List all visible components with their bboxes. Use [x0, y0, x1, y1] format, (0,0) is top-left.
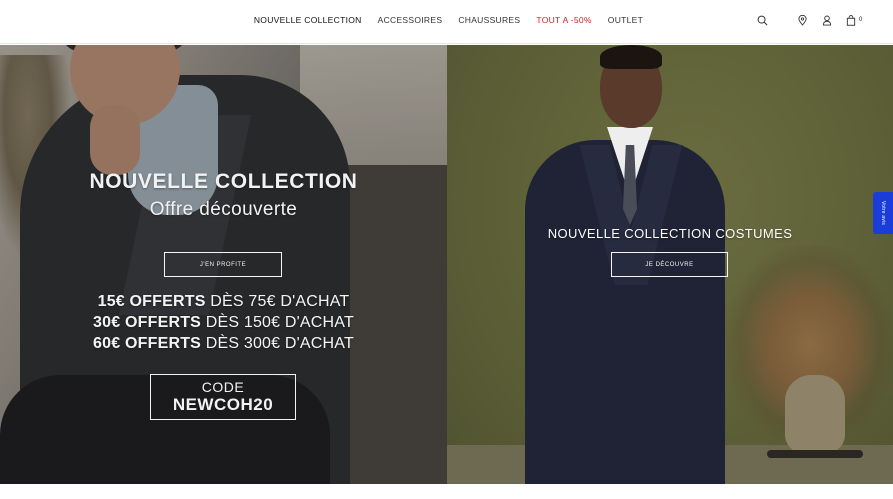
promo-banner-left[interactable]: NOUVELLE COLLECTION Offre découverte J'E… — [0, 45, 447, 484]
stool-shape — [767, 450, 863, 458]
header-tools: 0 — [0, 12, 893, 28]
offer-line-2: 30€ OFFERTS DÈS 150€ D'ACHAT — [0, 312, 447, 333]
hero-section: NOUVELLE COLLECTION Offre découverte J'E… — [0, 45, 893, 484]
feedback-tab[interactable]: Votre avis — [873, 192, 893, 234]
offer-line-1: 15€ OFFERTS DÈS 75€ D'ACHAT — [0, 291, 447, 312]
cart-count: 0 — [859, 17, 863, 23]
site-header: NOUVELLE COLLECTION ACCESSOIRES CHAUSSUR… — [0, 0, 893, 44]
offer-condition: DÈS 75€ D'ACHAT — [205, 293, 350, 310]
search-icon[interactable] — [757, 12, 768, 28]
offer-amount: 30€ OFFERTS — [93, 314, 202, 331]
offer-amount: 60€ OFFERTS — [93, 335, 202, 352]
cart-button[interactable]: 0 — [846, 12, 862, 28]
location-pin-icon[interactable] — [798, 12, 807, 28]
promo-code-box: CODE NEWCOH20 — [150, 374, 296, 420]
promo-code-label: CODE — [201, 379, 245, 395]
promo-code-value: NEWCOH20 — [172, 395, 274, 414]
jen-profite-button[interactable]: J'EN PROFITE — [164, 252, 282, 277]
page-bottom-strip — [0, 484, 893, 499]
user-icon[interactable] — [822, 12, 832, 28]
offer-condition: DÈS 150€ D'ACHAT — [201, 314, 354, 331]
je-decouvre-button[interactable]: JE DÉCOUVRE — [611, 252, 728, 277]
promo-subtitle: Offre découverte — [149, 199, 298, 220]
model-hair — [600, 45, 662, 69]
feedback-tab-label: Votre avis — [880, 201, 886, 225]
costumes-title: NOUVELLE COLLECTION COSTUMES — [547, 226, 793, 241]
vase-shape — [785, 375, 845, 453]
offer-line-3: 60€ OFFERTS DÈS 300€ D'ACHAT — [0, 333, 447, 354]
offer-condition: DÈS 300€ D'ACHAT — [201, 335, 354, 352]
bag-icon — [846, 14, 856, 26]
promo-title: NOUVELLE COLLECTION — [89, 170, 358, 193]
offer-list: 15€ OFFERTS DÈS 75€ D'ACHAT 30€ OFFERTS … — [0, 291, 447, 354]
offer-amount: 15€ OFFERTS — [97, 293, 206, 310]
